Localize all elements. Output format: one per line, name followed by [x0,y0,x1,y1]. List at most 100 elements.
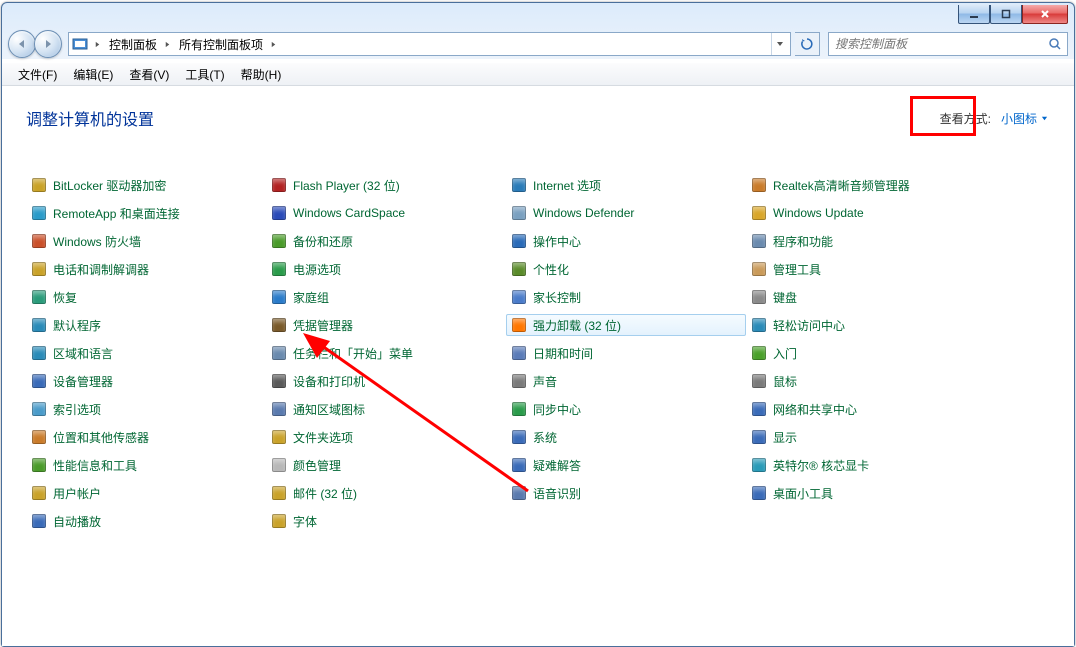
cp-item[interactable]: 电话和调制解调器 [26,258,266,280]
view-dropdown[interactable]: 小图标 [995,108,1054,129]
crumb-arrow-icon[interactable] [267,41,279,48]
crumb-arrow-icon[interactable] [161,41,173,48]
cp-item[interactable]: RemoteApp 和桌面连接 [26,202,266,224]
breadcrumb-control-panel[interactable]: 控制面板 [103,33,161,55]
cp-item-icon [511,205,527,221]
minimize-button[interactable] [958,5,990,24]
cp-item-label: 文件夹选项 [293,429,353,446]
cp-item[interactable]: 强力卸载 (32 位) [506,314,746,336]
search-icon[interactable] [1047,36,1063,52]
cp-item[interactable]: 默认程序 [26,314,266,336]
close-button[interactable] [1022,5,1068,24]
cp-item[interactable]: 网络和共享中心 [746,398,986,420]
cp-item[interactable]: 家庭组 [266,286,506,308]
breadcrumb-all-items[interactable]: 所有控制面板项 [173,33,267,55]
cp-item[interactable]: 自动播放 [26,510,266,532]
menu-edit[interactable]: 编辑(E) [67,64,119,85]
cp-item-icon [31,513,47,529]
search-input[interactable] [833,36,1047,52]
cp-item[interactable]: Windows CardSpace [266,202,506,224]
cp-item-label: 邮件 (32 位) [293,485,357,502]
cp-item[interactable]: 邮件 (32 位) [266,482,506,504]
cp-item[interactable]: 用户帐户 [26,482,266,504]
cp-item[interactable]: 备份和还原 [266,230,506,252]
menu-file[interactable]: 文件(F) [12,64,63,85]
cp-item-icon [31,205,47,221]
cp-item-label: 自动播放 [53,513,101,530]
search-box[interactable] [828,32,1068,56]
cp-item[interactable]: 程序和功能 [746,230,986,252]
cp-item[interactable]: 索引选项 [26,398,266,420]
cp-item-icon [271,513,287,529]
cp-item[interactable]: 凭据管理器 [266,314,506,336]
content-header: 调整计算机的设置 查看方式: 小图标 [26,106,1054,130]
cp-item[interactable]: 英特尔® 核芯显卡 [746,454,986,476]
cp-item-icon [511,429,527,445]
cp-item-icon [31,177,47,193]
cp-item-icon [751,261,767,277]
cp-item[interactable]: Windows 防火墙 [26,230,266,252]
cp-item[interactable]: 字体 [266,510,506,532]
cp-item[interactable]: 入门 [746,342,986,364]
menu-help[interactable]: 帮助(H) [235,64,288,85]
crumb-arrow-icon[interactable] [91,41,103,48]
cp-item[interactable]: 区域和语言 [26,342,266,364]
refresh-button[interactable] [795,32,820,56]
cp-item-label: Windows CardSpace [293,206,405,220]
view-value: 小图标 [1001,110,1037,127]
cp-item-label: 性能信息和工具 [53,457,137,474]
cp-item-label: 家庭组 [293,289,329,306]
cp-item[interactable]: 桌面小工具 [746,482,986,504]
cp-item-label: RemoteApp 和桌面连接 [53,205,180,222]
cp-item[interactable]: 恢复 [26,286,266,308]
cp-item[interactable]: 鼠标 [746,370,986,392]
cp-item[interactable]: 性能信息和工具 [26,454,266,476]
cp-item-icon [751,317,767,333]
cp-item[interactable]: 电源选项 [266,258,506,280]
cp-item-label: 声音 [533,373,557,390]
cp-item-icon [31,233,47,249]
menu-view[interactable]: 查看(V) [123,64,175,85]
cp-item[interactable]: 日期和时间 [506,342,746,364]
cp-item[interactable]: 颜色管理 [266,454,506,476]
back-button[interactable] [8,30,36,58]
cp-item[interactable]: 显示 [746,426,986,448]
cp-item[interactable]: Windows Defender [506,202,746,224]
cp-item[interactable]: 同步中心 [506,398,746,420]
cp-item[interactable]: 设备管理器 [26,370,266,392]
cp-item[interactable]: Internet 选项 [506,174,746,196]
cp-item-icon [271,261,287,277]
cp-item[interactable]: 疑难解答 [506,454,746,476]
cp-item-label: 索引选项 [53,401,101,418]
forward-button[interactable] [34,30,62,58]
cp-item-label: 默认程序 [53,317,101,334]
cp-item[interactable]: Flash Player (32 位) [266,174,506,196]
cp-item[interactable]: Windows Update [746,202,986,224]
window-controls [958,5,1068,24]
cp-item[interactable]: 文件夹选项 [266,426,506,448]
cp-item[interactable]: 设备和打印机 [266,370,506,392]
cp-item[interactable]: 键盘 [746,286,986,308]
cp-item[interactable]: 个性化 [506,258,746,280]
cp-item[interactable]: 家长控制 [506,286,746,308]
maximize-button[interactable] [990,5,1022,24]
cp-item[interactable]: 声音 [506,370,746,392]
cp-item[interactable]: 系统 [506,426,746,448]
cp-item[interactable]: BitLocker 驱动器加密 [26,174,266,196]
cp-item-label: 网络和共享中心 [773,401,857,418]
cp-item[interactable]: 轻松访问中心 [746,314,986,336]
cp-item[interactable]: 操作中心 [506,230,746,252]
cp-item-label: 程序和功能 [773,233,833,250]
cp-item[interactable]: 通知区域图标 [266,398,506,420]
cp-item[interactable]: 管理工具 [746,258,986,280]
cp-item-icon [271,345,287,361]
cp-item-icon [751,401,767,417]
address-dropdown-arrow[interactable] [771,33,788,55]
cp-item[interactable]: 位置和其他传感器 [26,426,266,448]
control-panel-items-grid: BitLocker 驱动器加密Flash Player (32 位)Intern… [26,174,1054,532]
menu-tools[interactable]: 工具(T) [179,64,230,85]
address-bar[interactable]: 控制面板 所有控制面板项 [68,32,791,56]
cp-item[interactable]: Realtek高清晰音频管理器 [746,174,986,196]
cp-item[interactable]: 任务栏和「开始」菜单 [266,342,506,364]
cp-item[interactable]: 语音识别 [506,482,746,504]
